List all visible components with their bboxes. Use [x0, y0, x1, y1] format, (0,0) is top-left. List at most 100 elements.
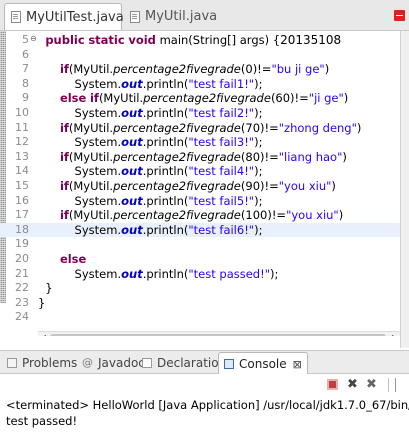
code-line[interactable]: 15 if(MyUtil.percentage2fivegrade(90)!="… — [0, 179, 400, 194]
code-token: (MyUtil. — [68, 149, 114, 164]
code-line[interactable]: 24 — [0, 310, 400, 325]
method-token: percentage2fivegrade — [113, 120, 241, 135]
console-output[interactable]: <terminated> HelloWorld [Java Applicatio… — [0, 396, 409, 435]
string-token: "zhong deng" — [278, 120, 357, 135]
code-text: if(MyUtil.percentage2fivegrade(100)!="yo… — [38, 208, 343, 223]
code-line[interactable]: 17 if(MyUtil.percentage2fivegrade(100)!=… — [0, 208, 400, 223]
code-token: ) — [342, 149, 347, 164]
code-line[interactable]: 6 — [0, 48, 400, 63]
code-line[interactable]: 22 } — [0, 281, 400, 296]
java-file-icon — [130, 10, 140, 23]
code-line[interactable]: 21 System.out.println("test passed!"); — [0, 267, 400, 282]
code-line[interactable]: 23} — [0, 296, 400, 311]
keyword-token: if — [59, 120, 69, 135]
code-line[interactable]: 10 System.out.println("test fail2!"); — [0, 106, 400, 121]
tab-myutiltest-java[interactable]: MyUtilTest.java ⊠ — [4, 3, 141, 30]
editor-tab-bar: MyUtilTest.java ⊠ MyUtil.java — [0, 0, 409, 31]
remove-launch-icon[interactable]: ✖ — [347, 378, 358, 391]
scroll-left-icon[interactable]: ◀ — [38, 333, 48, 336]
code-token: (90)!= — [240, 179, 279, 193]
string-token: "ji ge" — [308, 91, 344, 106]
code-line[interactable]: 7 if(MyUtil.percentage2fivegrade(0)!="bu… — [0, 62, 400, 77]
code-line[interactable]: 20 else — [0, 252, 400, 267]
line-number: 11 — [15, 120, 29, 134]
problems-icon — [7, 358, 17, 368]
keyword-token: public — [45, 33, 85, 47]
code-token: .println( — [142, 135, 189, 150]
line-number: 18 — [15, 222, 29, 236]
java-file-icon — [11, 11, 21, 23]
tab-declaration[interactable]: Declaration — [142, 353, 226, 373]
code-token: System. — [38, 193, 122, 208]
code-line[interactable]: 11 if(MyUtil.percentage2fivegrade(70)!="… — [0, 121, 400, 136]
code-line[interactable]: 13 if(MyUtil.percentage2fivegrade(80)!="… — [0, 150, 400, 165]
code-token: (60)!= — [270, 91, 309, 106]
code-line[interactable]: 16 System.out.println("test fail5!"); — [0, 194, 400, 209]
code-text: } — [38, 296, 45, 311]
console-icon — [224, 359, 234, 369]
string-token: "test passed!" — [188, 266, 270, 281]
code-text: System.out.println("test fail5!"); — [38, 193, 263, 209]
scroll-right-icon[interactable]: ▶ — [390, 333, 400, 336]
string-token: "test fail4!" — [188, 164, 255, 179]
field-token: out — [121, 135, 143, 150]
code-token: (100)!= — [240, 208, 287, 223]
code-token: } — [38, 281, 53, 296]
code-token: System. — [38, 106, 122, 120]
line-number: 21 — [15, 266, 29, 280]
field-token: out — [121, 106, 143, 120]
console-toolbar: ✖ ✖ — [0, 374, 409, 396]
code-text: System.out.println("test fail4!"); — [38, 164, 263, 179]
field-token: out — [121, 164, 143, 179]
code-token: .println( — [142, 76, 189, 91]
field-token: out — [121, 76, 143, 91]
line-number: 10 — [15, 106, 29, 119]
console-line: test passed! — [6, 414, 78, 428]
terminate-icon[interactable] — [327, 379, 338, 390]
code-token: (MyUtil. — [68, 62, 114, 77]
close-tab-icon[interactable]: ⊠ — [293, 358, 302, 371]
code-line[interactable]: 14 System.out.println("test fail4!"); — [0, 164, 400, 179]
code-text: System.out.println("test passed!"); — [38, 266, 279, 282]
string-token: "you xiu" — [286, 208, 339, 223]
tab-console[interactable]: Console ⊠ — [218, 352, 308, 375]
code-line[interactable]: 9 else if(MyUtil.percentage2fivegrade(60… — [0, 91, 400, 106]
code-line[interactable]: 8 System.out.println("test fail1!"); — [0, 77, 400, 92]
remove-all-terminated-icon[interactable]: ✖ — [366, 378, 377, 391]
minimize-icon[interactable] — [394, 10, 405, 21]
fold-toggle-icon[interactable]: ⊖ — [30, 35, 37, 43]
tab-label: Declaration — [157, 356, 227, 370]
code-text: System.out.println("test fail6!"); — [38, 223, 263, 238]
method-token: percentage2fivegrade — [113, 149, 241, 164]
keyword-token: if — [59, 208, 69, 223]
tab-myutil-java[interactable]: MyUtil.java — [124, 3, 224, 30]
code-text: } — [38, 281, 53, 296]
code-token: (MyUtil. — [68, 120, 114, 135]
tab-problems[interactable]: Problems — [7, 353, 77, 373]
keyword-token: if — [89, 91, 99, 106]
code-token: (MyUtil. — [98, 91, 144, 106]
tab-label: MyUtil.java — [145, 9, 218, 24]
scrollbar-thumb[interactable] — [50, 334, 386, 336]
code-token: ) — [331, 179, 336, 193]
code-text: System.out.println("test fail1!"); — [38, 76, 263, 92]
code-line[interactable]: 19 — [0, 237, 400, 252]
code-line[interactable]: 5 ⊖ public static void main(String[] args… — [0, 33, 400, 48]
code-editor[interactable]: 5 ⊖ public static void main(String[] args… — [0, 31, 400, 336]
code-token: main(String[] args) { — [155, 33, 281, 47]
horizontal-scrollbar[interactable]: ◀ ▶ — [38, 331, 400, 336]
console-line: <terminated> HelloWorld [Java Applicatio… — [6, 398, 409, 412]
code-token: (0)!= — [240, 62, 272, 77]
more-options-icon[interactable] — [395, 378, 404, 392]
tab-javadoc[interactable]: @ Javadoc — [82, 353, 145, 373]
line-number: 7 — [22, 62, 29, 76]
keyword-token: void — [128, 33, 156, 47]
code-line[interactable]: 18 System.out.println("test fail6!"); — [0, 222, 400, 238]
vertical-scrollbar[interactable] — [400, 31, 409, 348]
code-line[interactable]: 12 System.out.println("test fail3!"); — [0, 135, 400, 150]
line-number: 22 — [15, 281, 29, 295]
line-number: 17 — [15, 208, 29, 222]
